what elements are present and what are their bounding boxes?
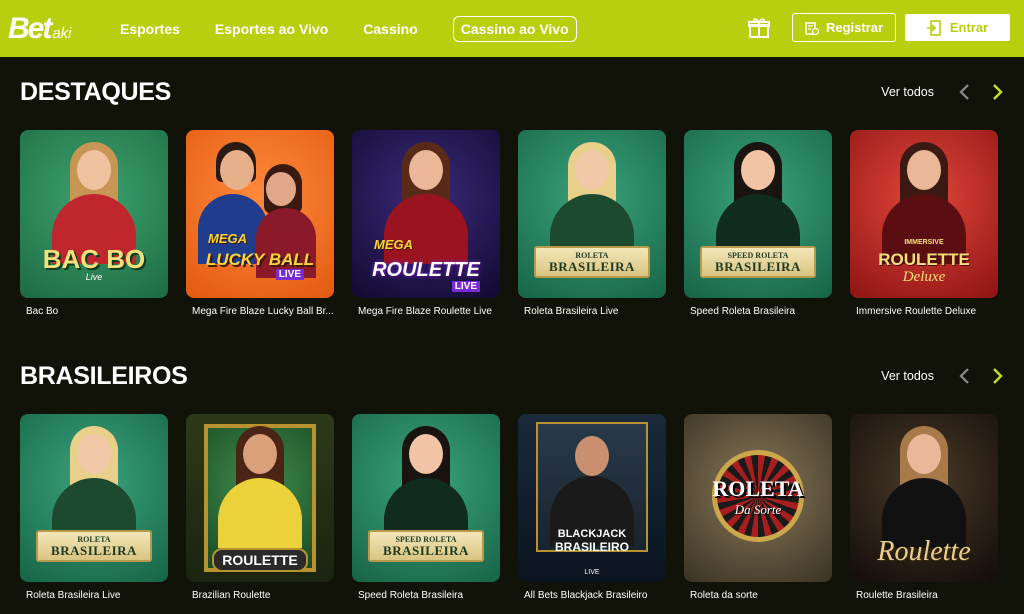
register-button[interactable]: Registrar [792, 13, 896, 42]
game-card[interactable]: IMMERSIVE ROULETTE Deluxe Immersive Roul… [850, 130, 998, 317]
game-card[interactable]: Roulette Roulette Brasileira [850, 414, 998, 601]
login-button[interactable]: Entrar [905, 14, 1010, 41]
gift-icon[interactable] [748, 17, 770, 39]
chevron-left-icon[interactable] [958, 367, 972, 385]
top-navbar: Bet aki Esportes Esportes ao Vivo Cassin… [0, 0, 1024, 57]
game-card[interactable]: ROLETA BRASILEIRA Roleta Brasileira Live [518, 130, 666, 317]
game-thumbnail[interactable]: Roulette [850, 414, 998, 582]
game-card[interactable]: MEGA ROULETTE LIVE Mega Fire Blaze Roule… [352, 130, 500, 317]
chevron-left-icon[interactable] [958, 83, 972, 101]
game-thumbnail[interactable]: ROLETA BRASILEIRA [518, 130, 666, 298]
section-title: DESTAQUES [20, 77, 172, 106]
game-title: Roulette Brasileira [856, 590, 938, 601]
game-thumbnail[interactable]: MEGA LUCKY BALL LIVE [186, 130, 334, 298]
see-all-link[interactable]: Ver todos [881, 369, 934, 383]
game-title: Immersive Roulette Deluxe [856, 306, 977, 317]
game-title: Brazilian Roulette [192, 590, 271, 601]
game-thumbnail[interactable]: ROULETTE [186, 414, 334, 582]
game-title: Speed Roleta Brasileira [358, 590, 464, 601]
game-title: Mega Fire Blaze Roulette Live [358, 306, 492, 317]
game-title: Bac Bo [26, 306, 59, 317]
game-title: Speed Roleta Brasileira [690, 306, 796, 317]
game-card[interactable]: BAC BO Live Bac Bo [20, 130, 168, 317]
game-card[interactable]: ROLETA BRASILEIRA Roleta Brasileira Live [20, 414, 168, 601]
section-brasileiros: BRASILEIROS Ver todos ROLETA BRASILEIRA … [20, 356, 1004, 601]
game-title: Mega Fire Blaze Lucky Ball Br... [192, 306, 334, 317]
see-all-link[interactable]: Ver todos [881, 85, 934, 99]
nav-cassino-ao-vivo[interactable]: Cassino ao Vivo [452, 15, 577, 42]
game-thumbnail[interactable]: BAC BO Live [20, 130, 168, 298]
nav-esportes-ao-vivo[interactable]: Esportes ao Vivo [215, 21, 328, 37]
game-card[interactable]: MEGA LUCKY BALL LIVE Mega Fire Blaze Luc… [186, 130, 334, 317]
nav-esportes[interactable]: Esportes [120, 21, 180, 37]
game-plaque: ROLETA BRASILEIRA [534, 246, 650, 278]
betaki-logo[interactable]: Bet aki [8, 9, 104, 49]
game-title: Roleta Brasileira Live [524, 306, 619, 317]
game-title: Roleta Brasileira Live [26, 590, 121, 601]
game-plaque: SPEED ROLETA BRASILEIRA [368, 530, 484, 562]
game-card[interactable]: SPEED ROLETA BRASILEIRA Speed Roleta Bra… [684, 130, 832, 317]
game-card[interactable]: BLACKJACK BRASILEIRO LIVE All Bets Black… [518, 414, 666, 601]
game-thumbnail[interactable]: SPEED ROLETA BRASILEIRA [684, 130, 832, 298]
login-icon [926, 19, 941, 36]
game-thumbnail[interactable]: ROLETA BRASILEIRA [20, 414, 168, 582]
game-thumbnail[interactable]: ROLETA Da Sorte [684, 414, 832, 582]
game-title: All Bets Blackjack Brasileiro [524, 590, 648, 601]
main-nav: Esportes Esportes ao Vivo Cassino Cassin… [120, 15, 612, 42]
game-plaque: ROLETA BRASILEIRA [36, 530, 152, 562]
game-title: Roleta da sorte [690, 590, 758, 601]
game-thumbnail[interactable]: SPEED ROLETA BRASILEIRA [352, 414, 500, 582]
game-thumbnail[interactable]: MEGA ROULETTE LIVE [352, 130, 500, 298]
chevron-right-icon[interactable] [990, 83, 1004, 101]
chevron-right-icon[interactable] [990, 367, 1004, 385]
section-destaques: DESTAQUES Ver todos BAC BO Live Bac Bo M… [20, 72, 1004, 317]
game-card[interactable]: SPEED ROLETA BRASILEIRA Speed Roleta Bra… [352, 414, 500, 601]
game-card[interactable]: ROLETA Da Sorte Roleta da sorte [684, 414, 832, 601]
register-icon [805, 21, 819, 35]
game-plaque: SPEED ROLETA BRASILEIRA [700, 246, 816, 278]
game-card[interactable]: ROULETTE Brazilian Roulette [186, 414, 334, 601]
section-title: BRASILEIROS [20, 361, 188, 390]
game-thumbnail[interactable]: BLACKJACK BRASILEIRO LIVE [518, 414, 666, 582]
game-thumbnail[interactable]: IMMERSIVE ROULETTE Deluxe [850, 130, 998, 298]
nav-cassino[interactable]: Cassino [363, 21, 417, 37]
